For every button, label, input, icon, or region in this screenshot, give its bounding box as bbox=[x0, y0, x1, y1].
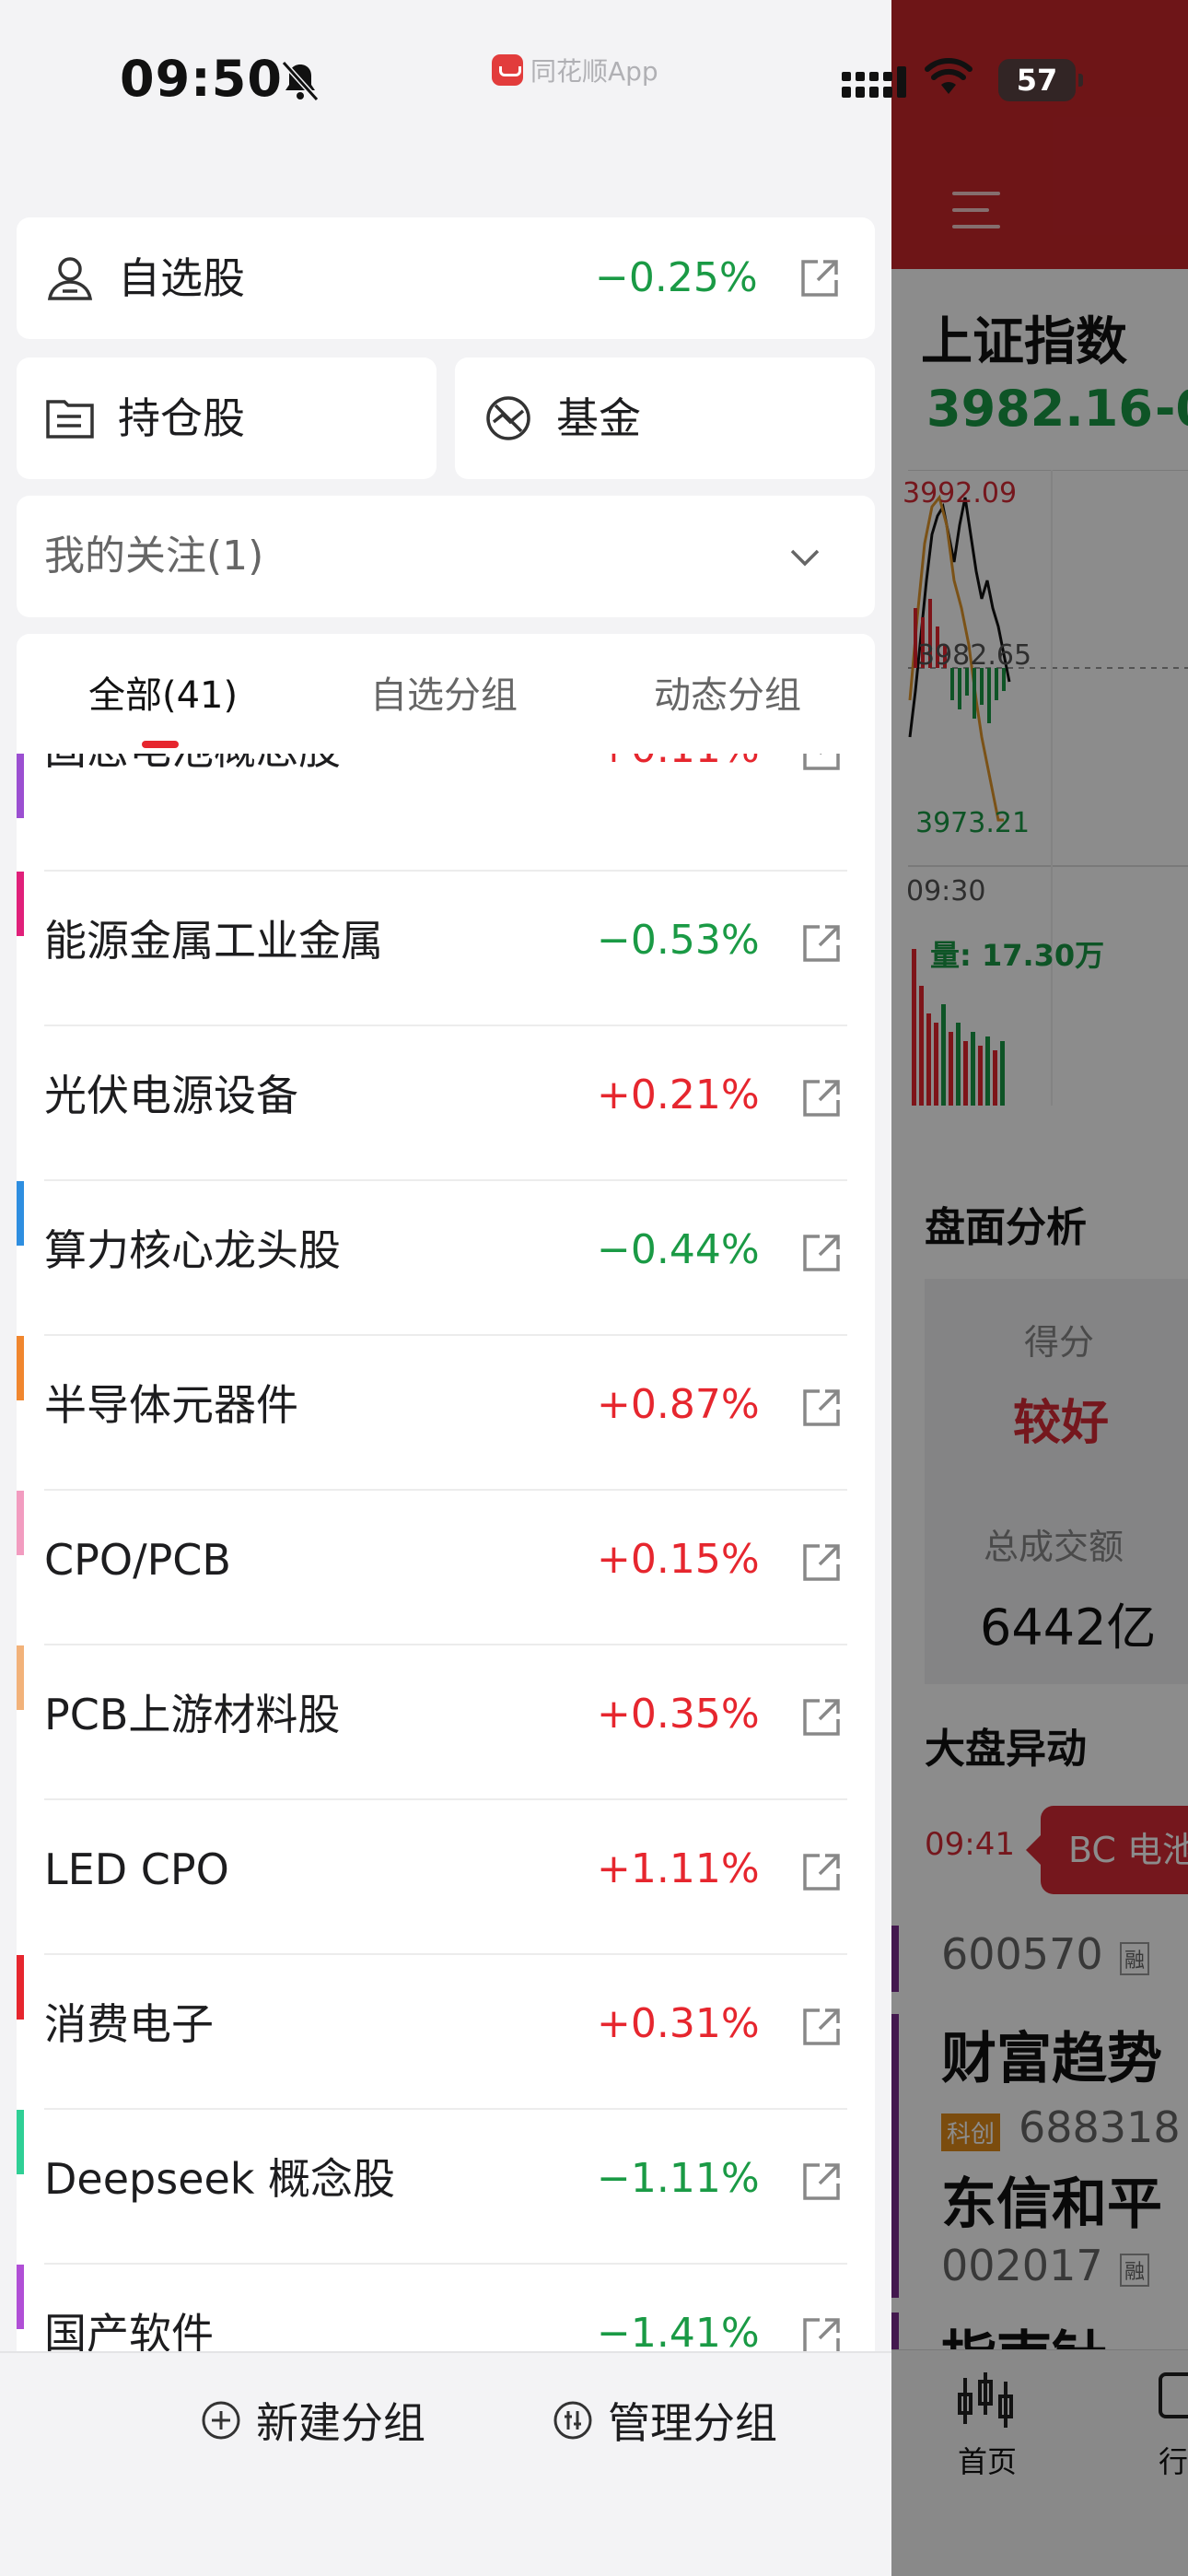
watchlist-card[interactable]: 自选股 −0.25% bbox=[17, 217, 875, 339]
group-row-8[interactable]: 消费电子 +0.31% bbox=[17, 1955, 875, 2110]
group-color-bar bbox=[17, 1491, 24, 1555]
active-tab-indicator bbox=[142, 741, 179, 748]
app-logo-icon bbox=[492, 54, 523, 86]
watchlist-label: 自选股 bbox=[118, 253, 245, 303]
watchlist-change: −0.25% bbox=[595, 254, 758, 301]
group-name: Deepseek 概念股 bbox=[44, 2154, 396, 2204]
plus-circle-icon bbox=[202, 2401, 240, 2440]
group-color-bar bbox=[17, 1645, 24, 1710]
group-actions-bar: 新建分组 管理分组 bbox=[0, 2351, 891, 2576]
external-link-icon[interactable] bbox=[801, 1542, 842, 1583]
external-link-icon[interactable] bbox=[801, 1233, 842, 1273]
group-name: 算力核心龙头股 bbox=[44, 1225, 341, 1275]
group-row-4[interactable]: 半导体元器件 +0.87% bbox=[17, 1336, 875, 1491]
signal-icon bbox=[842, 66, 906, 98]
app-return-label: 同花顺App bbox=[530, 56, 658, 87]
chevron-down-icon[interactable] bbox=[786, 538, 823, 575]
external-link-icon[interactable] bbox=[801, 1852, 842, 1892]
group-name: CPO/PCB bbox=[44, 1535, 231, 1585]
group-list[interactable]: 固态电池概念股 +0.11% 能源金属工业金属 −0.53% 光伏电源设备 +0… bbox=[17, 754, 875, 2351]
group-change: −1.11% bbox=[597, 2155, 760, 2202]
group-change: +0.11% bbox=[597, 754, 760, 776]
holdings-label: 持仓股 bbox=[118, 393, 245, 443]
my-follow-card[interactable]: 我的关注(1) bbox=[17, 496, 875, 617]
group-row-0[interactable]: 固态电池概念股 +0.11% bbox=[17, 754, 875, 872]
battery-indicator: 57 bbox=[998, 59, 1083, 101]
tab-all[interactable]: 全部(41) bbox=[88, 673, 238, 719]
group-row-10[interactable]: 国产软件 −1.41% bbox=[17, 2265, 875, 2351]
group-name: 固态电池概念股 bbox=[44, 754, 341, 776]
bell-slash-icon bbox=[281, 60, 320, 102]
external-link-icon[interactable] bbox=[801, 2161, 842, 2202]
group-row-1[interactable]: 能源金属工业金属 −0.53% bbox=[17, 872, 875, 1026]
tab-custom-groups[interactable]: 自选分组 bbox=[370, 673, 518, 719]
external-link-icon[interactable] bbox=[801, 2316, 842, 2351]
group-name: PCB上游材料股 bbox=[44, 1690, 341, 1739]
group-name: 半导体元器件 bbox=[44, 1380, 298, 1430]
sliders-circle-icon bbox=[553, 2401, 592, 2440]
app-return-badge[interactable]: 同花顺App bbox=[492, 52, 658, 88]
group-color-bar bbox=[17, 1955, 24, 2020]
group-name: 能源金属工业金属 bbox=[44, 916, 383, 966]
my-follow-label: 我的关注(1) bbox=[44, 533, 264, 580]
external-link-icon[interactable] bbox=[801, 2007, 842, 2047]
group-color-bar bbox=[17, 2110, 24, 2174]
manage-group-button[interactable]: 管理分组 bbox=[553, 2388, 777, 2453]
dim-overlay[interactable] bbox=[891, 0, 1188, 2576]
new-group-label: 新建分组 bbox=[256, 2398, 425, 2448]
group-row-3[interactable]: 算力核心龙头股 −0.44% bbox=[17, 1181, 875, 1336]
external-link-icon[interactable] bbox=[801, 1078, 842, 1118]
group-color-bar bbox=[17, 872, 24, 936]
group-name: LED CPO bbox=[44, 1844, 229, 1894]
holdings-card[interactable]: 持仓股 bbox=[17, 357, 437, 479]
new-group-button[interactable]: 新建分组 bbox=[201, 2388, 425, 2453]
group-row-5[interactable]: CPO/PCB +0.15% bbox=[17, 1491, 875, 1645]
manage-group-label: 管理分组 bbox=[608, 2398, 777, 2448]
background-app[interactable]: 上证指数 3982.16 -0 3992.09 3982.65 397 bbox=[891, 0, 1188, 2576]
group-change: +0.15% bbox=[597, 1536, 760, 1583]
group-row-2[interactable]: 光伏电源设备 +0.21% bbox=[17, 1026, 875, 1181]
wifi-icon bbox=[925, 58, 973, 94]
group-panel: 全部(41) 自选分组 动态分组 固态电池概念股 +0.11% 能源金属工业金属… bbox=[17, 634, 875, 2351]
external-link-icon[interactable] bbox=[799, 258, 840, 299]
group-change: −0.53% bbox=[597, 917, 760, 964]
group-name: 光伏电源设备 bbox=[44, 1071, 298, 1120]
group-change: +0.35% bbox=[597, 1691, 760, 1738]
group-name: 消费电子 bbox=[44, 1999, 214, 2049]
group-color-bar bbox=[17, 1336, 24, 1400]
funds-label: 基金 bbox=[556, 393, 641, 443]
funds-card[interactable]: 基金 bbox=[455, 357, 875, 479]
group-row-7[interactable]: LED CPO +1.11% bbox=[17, 1800, 875, 1955]
group-change: −0.44% bbox=[597, 1226, 760, 1273]
group-change: +1.11% bbox=[597, 1845, 760, 1892]
group-color-bar bbox=[17, 2265, 24, 2329]
external-link-icon[interactable] bbox=[801, 754, 842, 772]
group-change: +0.87% bbox=[597, 1381, 760, 1428]
group-name: 国产软件 bbox=[44, 2309, 214, 2351]
external-link-icon[interactable] bbox=[801, 923, 842, 964]
group-change: +0.21% bbox=[597, 1071, 760, 1118]
group-row-9[interactable]: Deepseek 概念股 −1.11% bbox=[17, 2110, 875, 2265]
group-change: +0.31% bbox=[597, 2000, 760, 2047]
group-change: −1.41% bbox=[597, 2310, 760, 2351]
tab-dynamic-groups[interactable]: 动态分组 bbox=[654, 673, 801, 719]
group-color-bar bbox=[17, 1181, 24, 1246]
group-tabs: 全部(41) 自选分组 动态分组 bbox=[17, 634, 875, 754]
folder-list-icon bbox=[46, 400, 94, 439]
status-time: 09:50 bbox=[120, 50, 283, 108]
group-row-6[interactable]: PCB上游材料股 +0.35% bbox=[17, 1645, 875, 1800]
user-icon bbox=[47, 257, 93, 300]
group-color-bar bbox=[17, 754, 24, 818]
external-link-icon[interactable] bbox=[801, 1697, 842, 1738]
external-link-icon[interactable] bbox=[801, 1388, 842, 1428]
fund-icon bbox=[486, 396, 530, 440]
